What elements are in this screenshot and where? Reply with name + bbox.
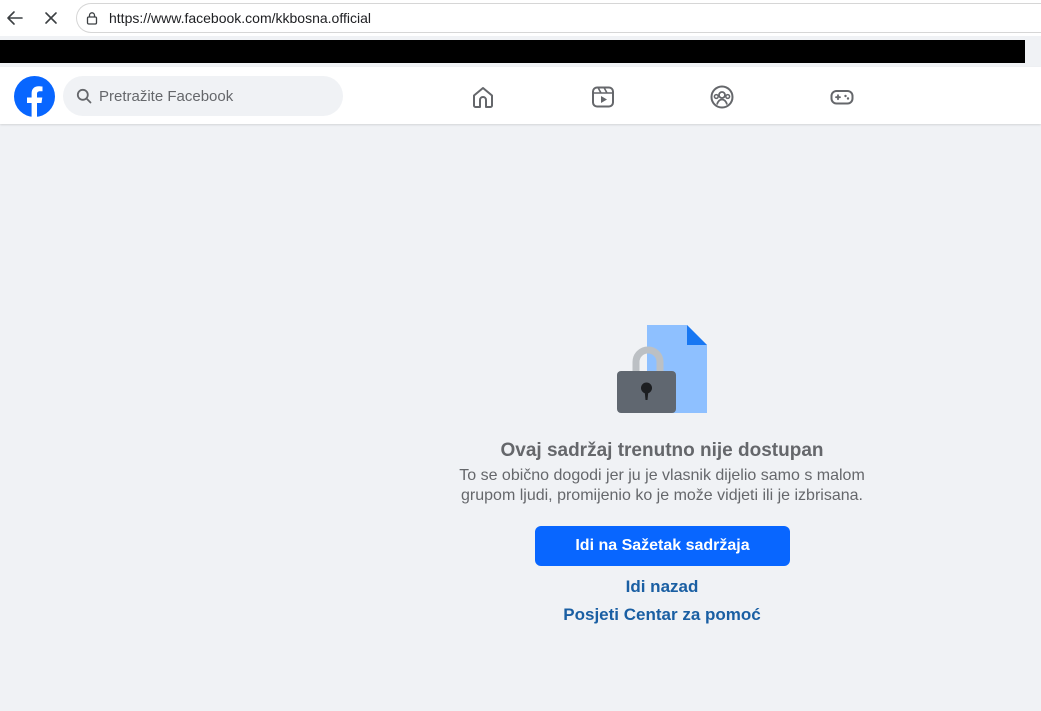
page-description: To se obično dogodi jer ju je vlasnik di… [412, 466, 912, 506]
redacted-bar [0, 40, 1025, 63]
help-center-link[interactable]: Posjeti Centar za pomoć [512, 605, 812, 625]
address-bar[interactable]: https://www.facebook.com/kkbosna.officia… [76, 3, 1041, 33]
go-back-link[interactable]: Idi nazad [512, 577, 812, 597]
search-input[interactable] [99, 87, 329, 105]
reels-icon[interactable] [589, 83, 617, 111]
page-title: Ovaj sadržaj trenutno nije dostupan [500, 440, 824, 461]
lock-icon[interactable] [84, 10, 100, 26]
search-box[interactable] [63, 76, 343, 116]
address-url[interactable]: https://www.facebook.com/kkbosna.officia… [109, 10, 371, 26]
go-to-feed-button[interactable]: Idi na Sažetak sadržaja [535, 526, 790, 566]
gaming-icon[interactable] [828, 83, 856, 111]
groups-icon[interactable] [708, 83, 736, 111]
search-icon [75, 87, 93, 105]
description-line: grupom ljudi, promijenio ko je može vidj… [461, 487, 863, 504]
close-icon[interactable] [39, 6, 63, 30]
facebook-header [0, 67, 1041, 124]
facebook-logo-icon[interactable] [14, 76, 55, 117]
description-line: To se obično dogodi jer ju je vlasnik di… [459, 467, 865, 484]
browser-toolbar: https://www.facebook.com/kkbosna.officia… [0, 0, 1041, 36]
back-arrow-icon[interactable] [3, 6, 27, 30]
locked-document-icon [616, 324, 708, 414]
home-icon[interactable] [469, 83, 497, 111]
